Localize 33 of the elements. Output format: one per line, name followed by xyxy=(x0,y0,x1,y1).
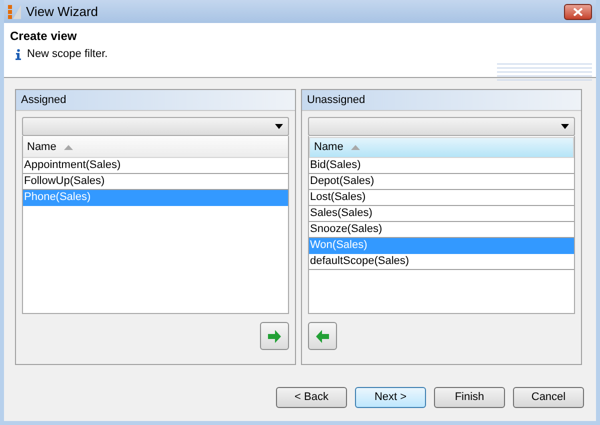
list-row[interactable]: Snooze(Sales) xyxy=(309,222,574,238)
window-title: View Wizard xyxy=(26,2,98,21)
close-icon xyxy=(573,8,583,16)
column-header[interactable]: Name xyxy=(23,137,288,158)
dropdown-caret-icon xyxy=(561,124,569,129)
app-logo-icon xyxy=(8,4,22,20)
column-header[interactable]: Name xyxy=(309,137,574,158)
right-arrow-icon xyxy=(267,328,282,344)
filter-dropdown[interactable] xyxy=(22,117,289,136)
filter-dropdown[interactable] xyxy=(308,117,575,136)
panel-title: Unassigned xyxy=(302,90,581,111)
close-button[interactable] xyxy=(564,4,592,20)
info-message: New scope filter. xyxy=(27,47,108,62)
list-row[interactable]: Appointment(Sales) xyxy=(23,158,288,174)
list-row[interactable]: Depot(Sales) xyxy=(309,174,574,190)
wizard-button[interactable]: Cancel xyxy=(513,387,584,408)
list-row[interactable]: FollowUp(Sales) xyxy=(23,174,288,190)
info-icon xyxy=(15,48,21,60)
sort-ascending-icon xyxy=(351,145,360,150)
wizard-button[interactable]: Next > xyxy=(355,387,426,408)
panel-title: Assigned xyxy=(16,90,295,111)
list-row[interactable]: Sales(Sales) xyxy=(309,206,574,222)
left-arrow-icon xyxy=(315,328,330,344)
dropdown-caret-icon xyxy=(275,124,283,129)
list-row[interactable]: Bid(Sales) xyxy=(309,158,574,174)
sort-ascending-icon xyxy=(64,144,74,150)
list-row[interactable]: Lost(Sales) xyxy=(309,190,574,206)
move-right-button[interactable] xyxy=(260,322,289,350)
page-title: Create view xyxy=(10,28,78,45)
list-row[interactable]: defaultScope(Sales) xyxy=(309,254,574,270)
move-left-button[interactable] xyxy=(308,322,337,350)
wizard-button[interactable]: Finish xyxy=(434,387,505,408)
wizard-button[interactable]: < Back xyxy=(276,387,347,408)
